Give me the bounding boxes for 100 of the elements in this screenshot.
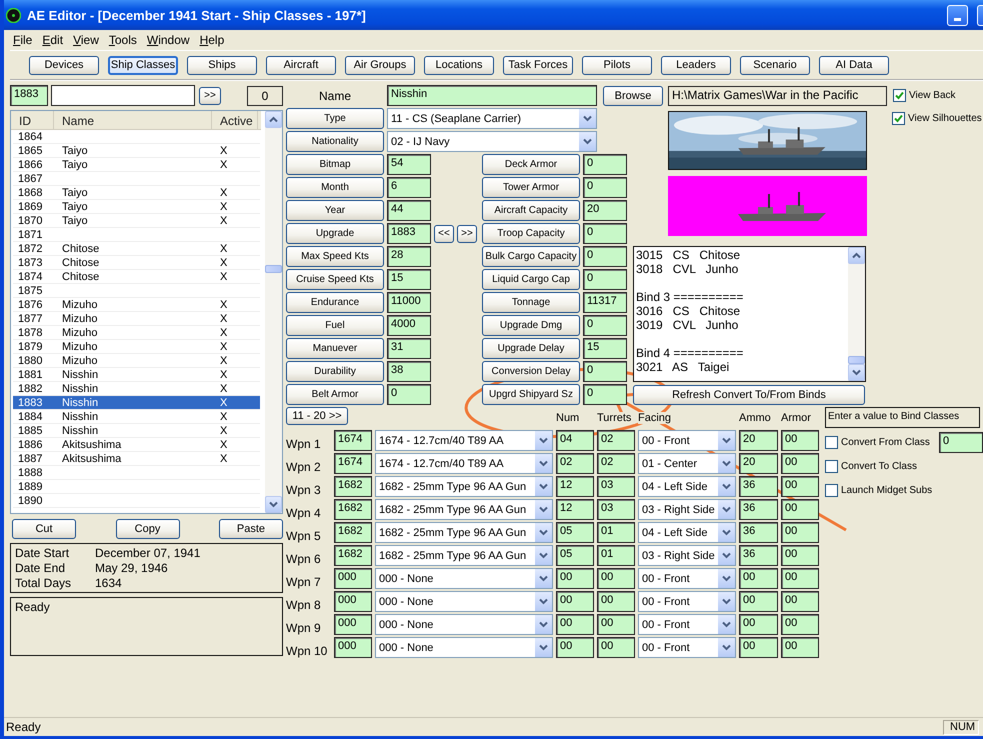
num-field[interactable]: 00	[556, 637, 594, 658]
list-row[interactable]: 1889	[13, 480, 260, 494]
num-field[interactable]: 00	[556, 591, 594, 612]
value-field[interactable]: 44	[387, 200, 431, 221]
value-field[interactable]: 28	[387, 246, 431, 267]
turrets-field[interactable]: 03	[597, 499, 635, 520]
num-field[interactable]: 05	[556, 545, 594, 566]
menu-item[interactable]: Help	[194, 33, 230, 47]
weapon-dropdown[interactable]: 1682 - 25mm Type 96 AA Gun	[375, 522, 553, 543]
field-button[interactable]: Deck Armor	[482, 154, 580, 175]
ammo-field[interactable]: 20	[739, 453, 778, 474]
scroll-up-button[interactable]	[265, 111, 282, 128]
armor-field[interactable]: 00	[781, 499, 819, 520]
field-button[interactable]: Tower Armor	[482, 177, 580, 198]
list-row[interactable]: 1879 Mizuho X	[13, 340, 260, 354]
value-field[interactable]: 0	[583, 269, 627, 290]
facing-dropdown[interactable]: 00 - Front	[638, 430, 736, 451]
toolbar-tab[interactable]: Pilots	[582, 56, 652, 74]
column-header[interactable]: Name	[54, 111, 212, 129]
num-field[interactable]: 00	[556, 614, 594, 635]
armor-field[interactable]: 00	[781, 568, 819, 589]
facing-dropdown[interactable]: 00 - Front	[638, 614, 736, 635]
menu-item[interactable]: File	[8, 33, 38, 47]
column-header[interactable]: Active	[212, 111, 258, 129]
facing-dropdown[interactable]: 01 - Center	[638, 453, 736, 474]
list-row[interactable]: 1887 Akitsushima X	[13, 452, 260, 466]
field-button[interactable]: Durability	[286, 361, 384, 382]
list-row[interactable]: 1874 Chitose X	[13, 270, 260, 284]
edit-button[interactable]: Paste	[219, 519, 283, 539]
list-row[interactable]: 1877 Mizuho X	[13, 312, 260, 326]
list-row[interactable]: 1886 Akitsushima X	[13, 438, 260, 452]
value-field[interactable]: 0	[583, 246, 627, 267]
weapon-id-field[interactable]: 000	[334, 568, 372, 589]
ammo-field[interactable]: 00	[739, 637, 778, 658]
field-button[interactable]: Tonnage	[482, 292, 580, 313]
checkbox[interactable]	[825, 484, 838, 496]
armor-field[interactable]: 00	[781, 545, 819, 566]
checkbox[interactable]	[893, 89, 906, 102]
value-field[interactable]: 0	[583, 384, 627, 405]
facing-dropdown[interactable]: 03 - Right Side	[638, 545, 736, 566]
scroll-thumb[interactable]	[848, 356, 865, 364]
toolbar-tab[interactable]: Locations	[424, 56, 494, 74]
toolbar-tab[interactable]: Task Forces	[503, 56, 573, 74]
menu-item[interactable]: Window	[142, 33, 195, 47]
armor-field[interactable]: 00	[781, 430, 819, 451]
armor-field[interactable]: 00	[781, 637, 819, 658]
field-button[interactable]: Upgrd Shipyard Sz	[482, 384, 580, 405]
facing-dropdown[interactable]: 03 - Right Side	[638, 499, 736, 520]
weapon-id-field[interactable]: 1682	[334, 476, 372, 497]
list-row[interactable]: 1867	[13, 172, 260, 186]
weapon-dropdown[interactable]: 000 - None	[375, 568, 553, 589]
value-field[interactable]: 38	[387, 361, 431, 382]
turrets-field[interactable]: 02	[597, 453, 635, 474]
armor-field[interactable]: 00	[781, 453, 819, 474]
id-field[interactable]: 1883	[10, 85, 48, 106]
refresh-button[interactable]: Refresh Convert To/From Binds	[633, 385, 865, 405]
checkbox[interactable]	[825, 460, 838, 472]
list-row[interactable]: 1883 Nisshin X	[13, 396, 260, 410]
list-row[interactable]: 1864	[13, 130, 260, 144]
num-field[interactable]: 02	[556, 453, 594, 474]
field-button[interactable]: Nationality	[286, 131, 384, 152]
turrets-field[interactable]: 01	[597, 545, 635, 566]
value-field[interactable]: 11317	[583, 292, 627, 313]
field-button[interactable]: Aircraft Capacity	[482, 200, 580, 221]
field-button[interactable]: Troop Capacity	[482, 223, 580, 244]
scroll-down-button[interactable]	[265, 496, 282, 513]
weapon-dropdown[interactable]: 1674 - 12.7cm/40 T89 AA	[375, 453, 553, 474]
toolbar-tab[interactable]: Scenario	[740, 56, 810, 74]
weapon-id-field[interactable]: 000	[334, 637, 372, 658]
turrets-field[interactable]: 00	[597, 591, 635, 612]
list-row[interactable]: 1885 Nisshin X	[13, 424, 260, 438]
field-button[interactable]: Bulk Cargo Capacity	[482, 246, 580, 267]
menu-item[interactable]: View	[68, 33, 104, 47]
turrets-field[interactable]: 00	[597, 637, 635, 658]
weapon-id-field[interactable]: 000	[334, 614, 372, 635]
field-button[interactable]: Month	[286, 177, 384, 198]
ammo-field[interactable]: 36	[739, 476, 778, 497]
value-field[interactable]: 6	[387, 177, 431, 198]
weapon-id-field[interactable]: 1682	[334, 545, 372, 566]
list-row[interactable]: 1871	[13, 228, 260, 242]
weapon-id-field[interactable]: 1674	[334, 430, 372, 451]
weapon-id-field[interactable]: 1682	[334, 499, 372, 520]
num-field[interactable]: 04	[556, 430, 594, 451]
weapon-dropdown[interactable]: 000 - None	[375, 637, 553, 658]
field-button[interactable]: Max Speed Kts	[286, 246, 384, 267]
field-button[interactable]: Conversion Delay	[482, 361, 580, 382]
weapon-dropdown[interactable]: 000 - None	[375, 614, 553, 635]
turrets-field[interactable]: 02	[597, 430, 635, 451]
num-field[interactable]: 05	[556, 522, 594, 543]
value-field[interactable]: 15	[583, 338, 627, 359]
turrets-field[interactable]: 01	[597, 522, 635, 543]
toolbar-tab[interactable]: Ships	[187, 56, 257, 74]
toolbar-tab[interactable]: Air Groups	[345, 56, 415, 74]
toolbar-tab[interactable]: Leaders	[661, 56, 731, 74]
value-field[interactable]: 0	[583, 315, 627, 336]
num-field[interactable]: 00	[556, 568, 594, 589]
ammo-field[interactable]: 36	[739, 545, 778, 566]
browse-button[interactable]: Browse	[603, 86, 663, 106]
list-row[interactable]: 1890	[13, 494, 260, 508]
value-field[interactable]: 0	[583, 361, 627, 382]
